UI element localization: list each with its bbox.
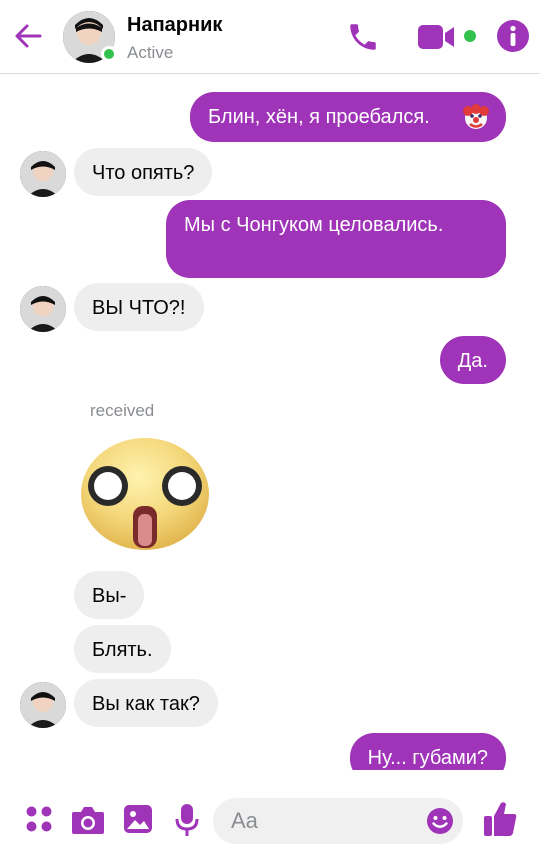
message-clip: Ну... губами? [0,0,540,770]
message-input[interactable] [231,806,421,836]
camera-icon[interactable] [70,804,106,836]
emoji-icon[interactable] [425,806,455,836]
outgoing-message[interactable]: Ну... губами? [349,733,506,770]
thumbs-up-icon[interactable] [482,800,518,838]
gallery-image-icon[interactable] [122,803,154,835]
more-actions-icon[interactable] [24,804,54,834]
message-text: Ну... губами? [367,747,488,769]
microphone-icon[interactable] [174,802,200,838]
